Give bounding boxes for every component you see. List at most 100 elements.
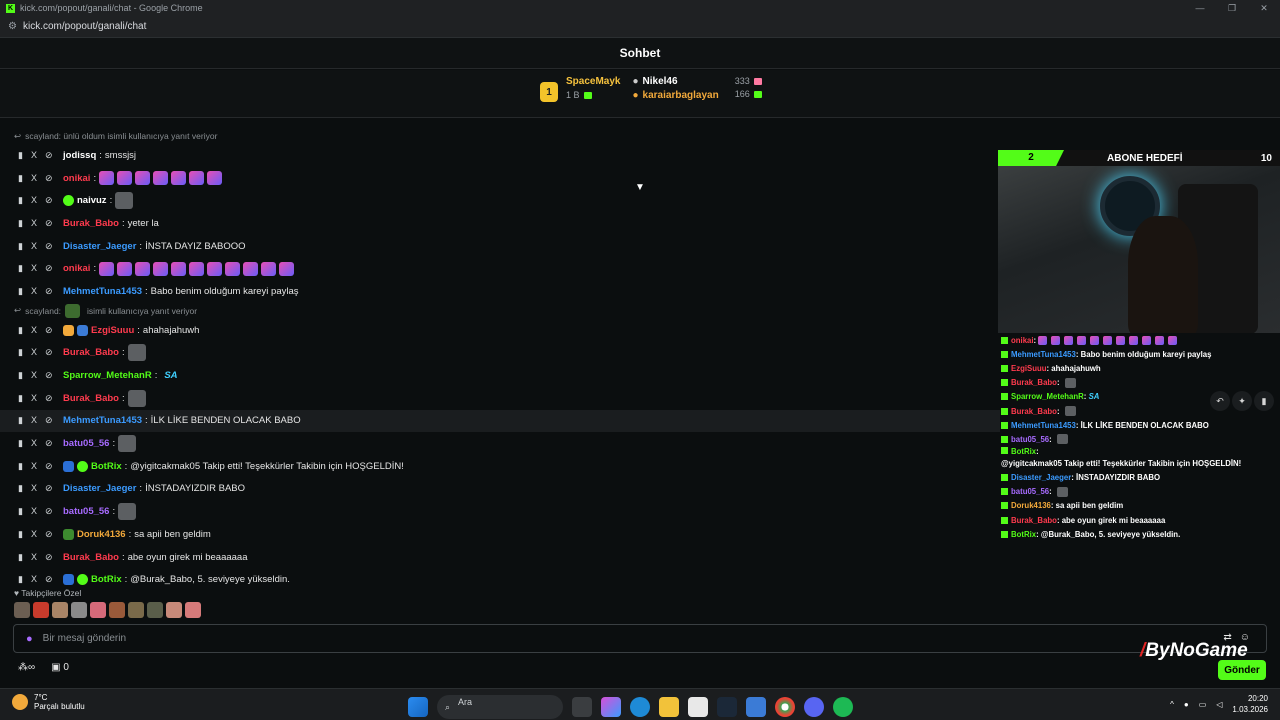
delete-icon[interactable]: ▮ (18, 574, 23, 585)
start-icon[interactable] (408, 697, 428, 717)
chat-message[interactable]: ▮ X ⊘ batu05_56: (0, 500, 1000, 523)
explorer-icon[interactable] (659, 697, 679, 717)
timeout-icon[interactable]: X (31, 150, 37, 161)
leader-first-name[interactable]: SpaceMayk (566, 76, 620, 87)
chat-message[interactable]: ▮ X ⊘ Burak_Babo: abe oyun girek mi beaaaaaa (0, 546, 1000, 569)
chat-username[interactable]: BotRix (91, 574, 122, 585)
timeout-icon[interactable]: X (31, 347, 37, 358)
delete-icon[interactable]: ▮ (18, 241, 23, 252)
ban-icon[interactable]: ⊘ (45, 574, 53, 585)
chat-message[interactable]: ▮ X ⊘ Burak_Babo: (0, 387, 1000, 410)
ban-icon[interactable]: ⊘ (45, 529, 53, 540)
emote-button[interactable] (147, 602, 163, 618)
timeout-icon[interactable]: X (31, 241, 37, 252)
task-view-icon[interactable] (572, 697, 592, 717)
ban-icon[interactable]: ⊘ (45, 325, 53, 336)
maximize-button[interactable]: ❐ (1216, 0, 1248, 16)
taskbar-search[interactable]: ⌕ Ara (437, 695, 563, 719)
chat-username[interactable]: Disaster_Jaeger (63, 483, 136, 494)
ban-icon[interactable]: ⊘ (45, 461, 53, 472)
message-input[interactable]: ● Bir mesaj gönderin ⇄☺ (13, 624, 1267, 653)
chat-username[interactable]: Sparrow_MetehanR (63, 370, 152, 381)
chat-message[interactable]: ▮ X ⊘ Disaster_Jaeger: İNSTADAYIZDIR BABO (0, 478, 1000, 501)
chat-message[interactable]: ▮ X ⊘ EzgiSuuu: ahahajahuwh (0, 319, 1000, 342)
chat-username[interactable]: batu05_56 (63, 438, 109, 449)
ban-icon[interactable]: ⊘ (45, 393, 53, 404)
chat-message[interactable]: ▮ X ⊘ naivuz: (0, 189, 1000, 212)
delete-icon[interactable]: ▮ (18, 552, 23, 563)
delete-icon[interactable]: ▮ (18, 173, 23, 184)
timeout-icon[interactable]: X (31, 483, 37, 494)
delete-icon[interactable]: ▮ (18, 506, 23, 517)
discord-icon[interactable] (804, 697, 824, 717)
mic-icon[interactable]: ● (26, 633, 33, 645)
timeout-icon[interactable]: X (31, 393, 37, 404)
ban-icon[interactable]: ⊘ (45, 150, 53, 161)
timeout-icon[interactable]: X (31, 438, 37, 449)
chat-message[interactable]: ▮ X ⊘ Burak_Babo: yeter la (0, 212, 1000, 235)
network-icon[interactable]: ▭ (1199, 700, 1207, 709)
chat-username[interactable]: MehmetTuna1453 (63, 415, 142, 426)
leader-second-name[interactable]: Nikel46 (643, 76, 678, 87)
timeout-icon[interactable]: X (31, 195, 37, 206)
ban-icon[interactable]: ⊘ (45, 347, 53, 358)
chat-username[interactable]: Burak_Babo (63, 552, 119, 563)
delete-icon[interactable]: ▮ (18, 415, 23, 426)
chat-username[interactable]: jodissq (63, 150, 96, 161)
chat-message[interactable]: ▮ X ⊘ Sparrow_MetehanR: SA (0, 364, 1000, 387)
ban-icon[interactable]: ⊘ (45, 506, 53, 517)
send-button[interactable]: Gönder (1218, 660, 1266, 680)
ban-icon[interactable]: ⊘ (45, 438, 53, 449)
weather-widget[interactable]: 7°C Parçalı bulutlu (12, 693, 85, 711)
mail-icon[interactable] (746, 697, 766, 717)
chat-username[interactable]: onikai (63, 173, 90, 184)
copilot-icon[interactable] (601, 697, 621, 717)
delete-icon[interactable]: ▮ (18, 347, 23, 358)
spotify-icon[interactable] (833, 697, 853, 717)
chat-username[interactable]: onikai (63, 263, 90, 274)
ban-icon[interactable]: ⊘ (45, 195, 53, 206)
close-button[interactable]: ✕ (1248, 0, 1280, 16)
chat-username[interactable]: Burak_Babo (63, 218, 119, 229)
pin-icon[interactable]: ✦ (1232, 391, 1252, 411)
chat-username[interactable]: Burak_Babo (63, 393, 119, 404)
emote-button[interactable] (90, 602, 106, 618)
reply-icon[interactable]: ↶ (1210, 391, 1230, 411)
timeout-icon[interactable]: X (31, 173, 37, 184)
chat-username[interactable]: batu05_56 (63, 506, 109, 517)
chat-message[interactable]: ▮ X ⊘ MehmetTuna1453: Babo benim olduğum kar… (0, 280, 1000, 303)
emote-button[interactable] (109, 602, 125, 618)
emote-button[interactable] (185, 602, 201, 618)
delete-icon[interactable]: ▮ (18, 195, 23, 206)
timeout-icon[interactable]: X (31, 529, 37, 540)
timeout-icon[interactable]: X (31, 286, 37, 297)
ban-icon[interactable]: ⊘ (45, 173, 53, 184)
clock[interactable]: 20:20 1.03.2026 (1232, 693, 1268, 715)
delete-icon[interactable]: ▮ (18, 325, 23, 336)
chrome-icon[interactable] (775, 697, 795, 717)
delete-icon[interactable]: ▮ (18, 529, 23, 540)
store-icon[interactable] (688, 697, 708, 717)
chat-message[interactable]: ▮ X ⊘ onikai: (0, 257, 1000, 280)
emote-button[interactable] (71, 602, 87, 618)
chat-username[interactable]: MehmetTuna1453 (63, 286, 142, 297)
timeout-icon[interactable]: X (31, 325, 37, 336)
ban-icon[interactable]: ⊘ (45, 241, 53, 252)
steam-icon[interactable] (717, 697, 737, 717)
chat-message[interactable]: ▮ X ⊘ jodissq: smssjsj (0, 144, 1000, 167)
chat-username[interactable]: EzgiSuuu (91, 325, 134, 336)
ban-icon[interactable]: ⊘ (45, 483, 53, 494)
delete-icon[interactable]: ▮ (18, 461, 23, 472)
chat-username[interactable]: Burak_Babo (63, 347, 119, 358)
delete-icon[interactable]: ▮ (1254, 391, 1274, 411)
chat-message[interactable]: ▮ X ⊘ Doruk4136: sa apii ben geldim (0, 523, 1000, 546)
chat-message[interactable]: ▮ X ⊘ BotRix: @Burak_Babo, 5. seviyeye yükse… (0, 568, 1000, 591)
chat-message[interactable]: ▮ X ⊘ BotRix: @yigitcakmak05 Takip etti! Teş… (0, 455, 1000, 478)
chat-message[interactable]: ▮ X ⊘ MehmetTuna1453: İLK LİKE BENDEN OLACAK… (0, 409, 1000, 433)
volume-icon[interactable]: ◁ (1216, 700, 1222, 709)
ban-icon[interactable]: ⊘ (45, 370, 53, 381)
delete-icon[interactable]: ▮ (18, 370, 23, 381)
tray-expand-icon[interactable]: ^ (1170, 700, 1174, 709)
mic-tray-icon[interactable]: ● (1184, 700, 1189, 709)
ban-icon[interactable]: ⊘ (45, 552, 53, 563)
